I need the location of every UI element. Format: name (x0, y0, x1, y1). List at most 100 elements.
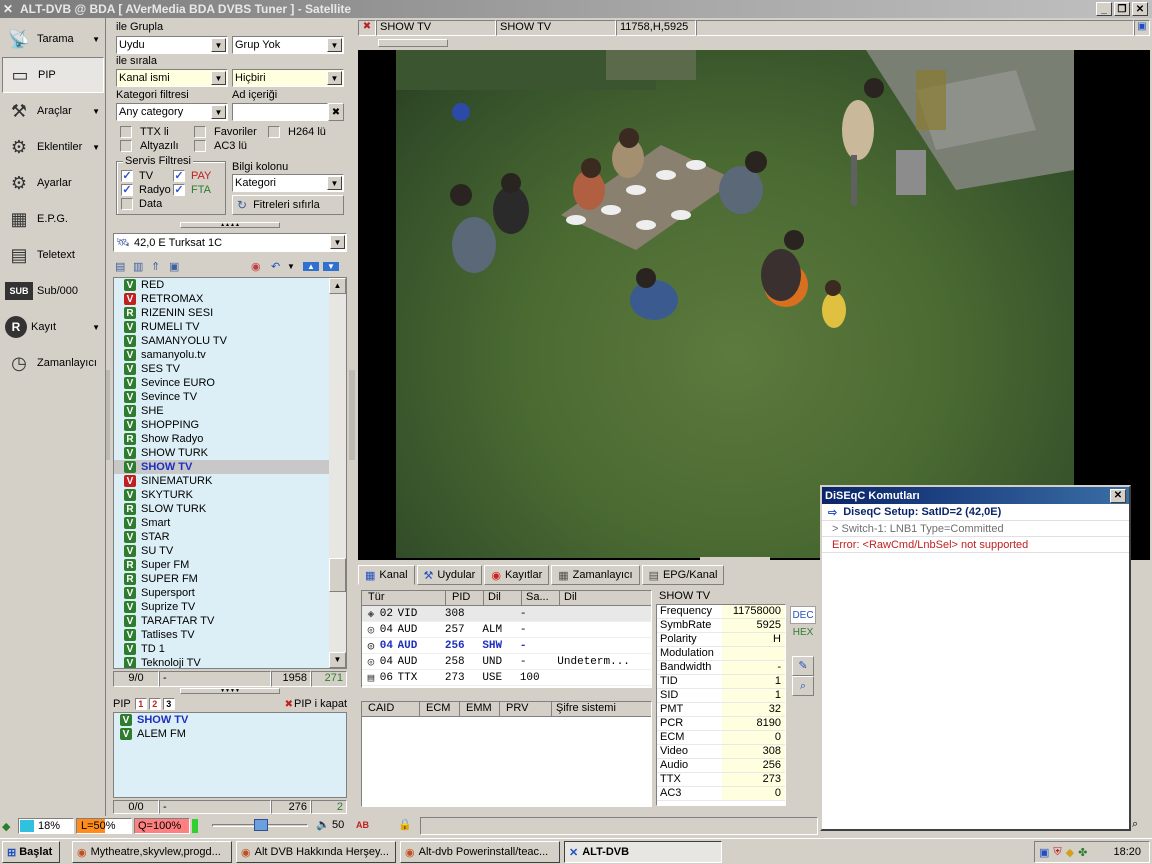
search-icon[interactable]: ⌕ (792, 676, 814, 696)
chevron-down-icon[interactable]: ▼ (287, 262, 297, 271)
h264-filter[interactable]: H264 lü (268, 126, 326, 138)
ac3-filter[interactable]: AC3 lü (194, 140, 247, 152)
col-pid[interactable]: PID (446, 591, 484, 605)
channel-row[interactable]: R SLOW TURK (114, 502, 330, 516)
col-prv[interactable]: PRV (500, 702, 552, 716)
speaker-icon[interactable]: 🔈 (316, 818, 330, 831)
channel-row[interactable]: R Show Radyo (114, 432, 330, 446)
nav-item-2[interactable]: ⚒ Araçlar ▼ (2, 93, 104, 129)
lock-icon[interactable]: 🔒 (398, 818, 412, 831)
channel-row[interactable]: V RED (114, 278, 330, 292)
nav-item-5[interactable]: ▦ E.P.G. (2, 201, 104, 237)
col-ecm[interactable]: ECM (420, 702, 460, 716)
clear-name-button[interactable]: ✖ (328, 103, 344, 121)
tab-zamanlayici[interactable]: ▦ Zamanlayıcı (551, 565, 640, 585)
pip-list-item[interactable]: V ALEM FM (114, 727, 346, 741)
channel-row[interactable]: V Supersport (114, 586, 330, 600)
sort2-select[interactable]: Hiçbiri ▼ (232, 69, 344, 87)
pay-filter[interactable]: ✓ PAY (173, 170, 211, 182)
pid-row[interactable]: ◎ 04 AUD 258 UND - Undeterm... (362, 654, 651, 670)
channel-row[interactable]: V SHOPPING (114, 418, 330, 432)
tv-filter[interactable]: ✓ TV (121, 170, 153, 182)
pid-row[interactable]: ◎ 04 AUD 257 ALM - (362, 622, 651, 638)
tab-kayitlar[interactable]: ◉ Kayıtlar (484, 565, 550, 585)
sort-select[interactable]: Kanal ismi ▼ (116, 69, 228, 87)
channel-row[interactable]: V STAR (114, 530, 330, 544)
maximize-button[interactable]: ❐ (1114, 2, 1130, 16)
channel-row[interactable]: R RIZENIN SESI (114, 306, 330, 320)
progress-thumb[interactable] (378, 39, 448, 47)
channel-row[interactable]: V SHE (114, 404, 330, 418)
pid-row[interactable]: ◈ 02 VID 308 - (362, 606, 651, 622)
data-filter[interactable]: Data (121, 198, 162, 210)
taskbar-button-active[interactable]: ✕ ALT-DVB (564, 841, 722, 863)
col-sifre[interactable]: Şifre sistemi (552, 702, 651, 716)
col-dil[interactable]: Dil (484, 591, 522, 605)
radio-filter[interactable]: ✓ Radyo (121, 184, 171, 196)
fta-filter[interactable]: ✓ FTA (173, 184, 211, 196)
channel-row[interactable]: V Teknoloji TV (114, 656, 330, 668)
col-caid[interactable]: CAID (362, 702, 420, 716)
video-area[interactable] (358, 50, 1150, 560)
channel-row[interactable]: V Sevince EURO (114, 376, 330, 390)
dec-button[interactable]: DEC (790, 606, 816, 624)
nav-item-7[interactable]: SUB Sub/000 (2, 273, 104, 309)
list-icon[interactable]: ▤ (115, 260, 131, 273)
reset-filters-button[interactable]: ↻ Fitreleri sıfırla (232, 195, 344, 215)
ab-icon[interactable]: AB (356, 820, 369, 830)
channel-row[interactable]: Vsamanyolu.tv (114, 348, 330, 362)
channel-row[interactable]: V Suprize TV (114, 600, 330, 614)
nav-item-9[interactable]: ◷ Zamanlayıcı (2, 345, 104, 381)
nav-item-4[interactable]: ⚙ Ayarlar (2, 165, 104, 201)
channel-row[interactable]: V Sevince TV (114, 390, 330, 404)
undo-icon[interactable]: ↶ (271, 260, 287, 273)
subtitled-filter[interactable]: Altyazılı (120, 140, 179, 152)
col-sa[interactable]: Sa... (522, 591, 560, 605)
satellite-select[interactable]: 🛰 42,0 E Turksat 1C ▼ (113, 233, 347, 252)
channel-row[interactable]: V SAMANYOLU TV (114, 334, 330, 348)
search-icon[interactable]: ⌕ (1132, 818, 1138, 831)
tray-icon[interactable]: ✤ (1078, 846, 1087, 859)
channel-row[interactable]: V RUMELI TV (114, 320, 330, 334)
nav-item-8[interactable]: R Kayıt ▼ (2, 309, 104, 345)
channel-row[interactable]: V TD 1 (114, 642, 330, 656)
channel-row[interactable]: V SHOW TV (114, 460, 330, 474)
nav-item-3[interactable]: ⚙ Eklentiler ▼ (2, 129, 104, 165)
nav-item-6[interactable]: ▤ Teletext (2, 237, 104, 273)
tab-kanal[interactable]: ▦ Kanal (358, 565, 415, 585)
pip-2-button[interactable]: 2 (148, 698, 161, 710)
hex-button[interactable]: HEX (790, 624, 816, 642)
pip-1-button[interactable]: 1 (134, 698, 147, 710)
channel-row[interactable]: V Smart (114, 516, 330, 530)
network-icon[interactable]: ▣ (1039, 846, 1049, 859)
pip-list-item[interactable]: V SHOW TV (114, 713, 346, 727)
tab-uydular[interactable]: ⚒ Uydular (416, 565, 483, 585)
channel-row[interactable]: V SES TV (114, 362, 330, 376)
col-emm[interactable]: EMM (460, 702, 500, 716)
minimize-button[interactable]: _ (1096, 2, 1112, 16)
col-tur[interactable]: Tür (362, 591, 446, 605)
scroll-bottom-icon[interactable]: ▼ (323, 261, 339, 271)
channel-row[interactable]: V SU TV (114, 544, 330, 558)
category-select[interactable]: Any category ▼ (116, 103, 228, 121)
name-input[interactable] (232, 103, 328, 121)
shield-icon[interactable]: ⛨ (1053, 846, 1061, 859)
channel-row[interactable]: V SINEMATURK (114, 474, 330, 488)
pip-close-button[interactable]: ✖ PIP i kapat (285, 698, 347, 710)
taskbar-button[interactable]: ◉ Alt-dvb Powerinstall/teac... (400, 841, 560, 863)
edit-icon[interactable]: ✎ (792, 656, 814, 676)
group-select[interactable]: Uydu ▼ (116, 36, 228, 54)
left-splitter[interactable] (106, 370, 110, 460)
taskbar-button[interactable]: ◉ Mytheatre,skyvlew,progd... (72, 841, 232, 863)
start-button[interactable]: ⊞ Başlat (2, 841, 60, 863)
diseqc-close-button[interactable]: ✕ (1110, 488, 1126, 503)
group2-select[interactable]: Grup Yok ▼ (232, 36, 344, 54)
ttx-filter[interactable]: TTX li (120, 126, 169, 138)
pip-3-button[interactable]: 3 (162, 698, 175, 710)
scroll-top-icon[interactable]: ▲ (303, 261, 319, 271)
taskbar-button[interactable]: ◉ Alt DVB Hakkında Herşey... (236, 841, 396, 863)
channel-row[interactable]: R SUPER FM (114, 572, 330, 586)
filter-splitter-handle[interactable]: ▲▲▲▲ (180, 222, 280, 228)
refresh-icon[interactable]: ◉ (251, 260, 267, 273)
pid-row[interactable]: ◎ 04 AUD 256 SHW - (362, 638, 651, 654)
